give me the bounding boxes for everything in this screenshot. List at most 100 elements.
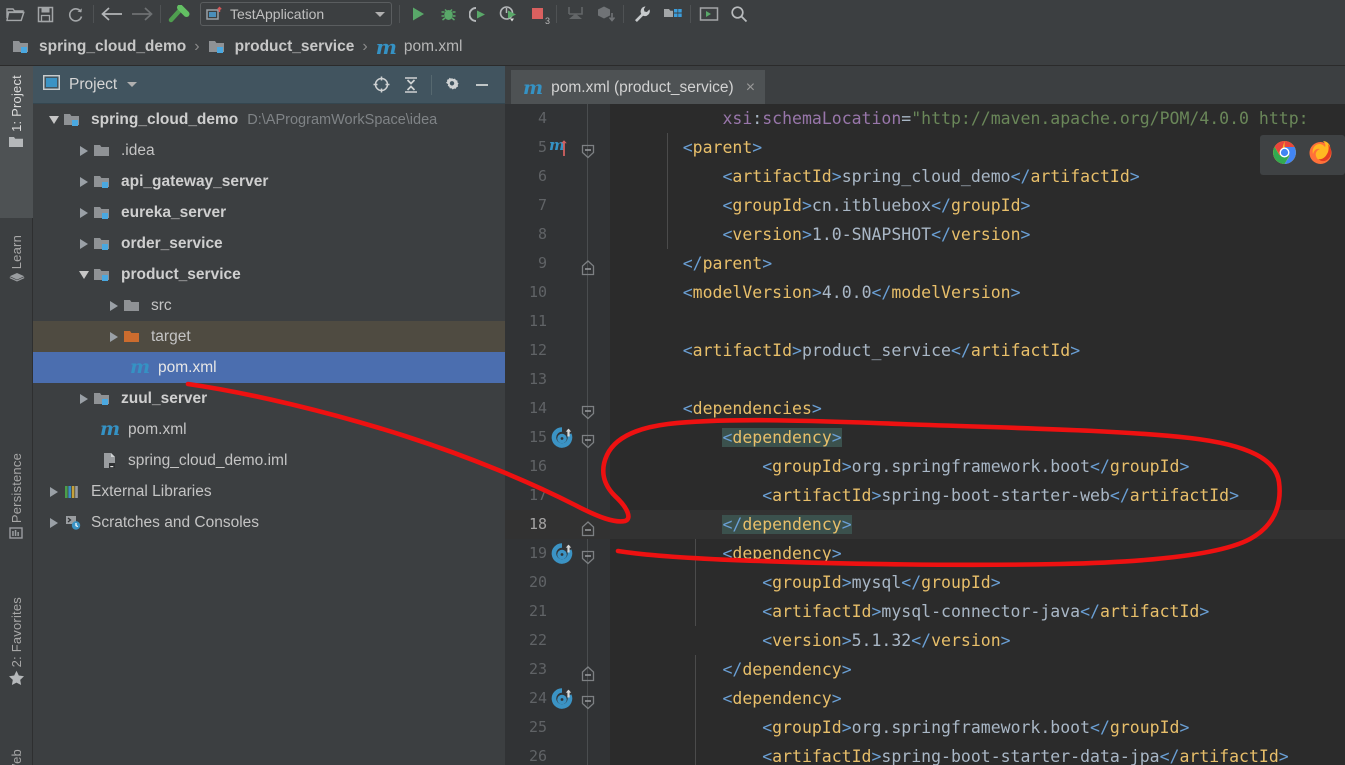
- sidebar-tab-favorites[interactable]: 2: Favorites: [0, 588, 33, 736]
- project-tree[interactable]: spring_cloud_demo D:\AProgramWorkSpace\i…: [33, 104, 505, 765]
- tree-node-iml-file[interactable]: spring_cloud_demo.iml: [33, 445, 505, 476]
- forward-arrow-icon[interactable]: [127, 1, 157, 27]
- chevron-down-icon[interactable]: [375, 11, 385, 17]
- open-folder-icon[interactable]: [0, 1, 30, 27]
- collapse-all-icon[interactable]: [396, 70, 426, 100]
- sidebar-tab-persistence[interactable]: Persistence: [0, 444, 33, 584]
- tree-node-zuul-server[interactable]: zuul_server: [33, 383, 505, 414]
- svg-text:m: m: [549, 136, 565, 154]
- tree-node-spring-cloud-demo[interactable]: spring_cloud_demo D:\AProgramWorkSpace\i…: [33, 104, 505, 135]
- expand-toggle-icon[interactable]: [45, 483, 62, 500]
- expand-toggle-icon[interactable]: [75, 142, 92, 159]
- run-icon[interactable]: [403, 1, 433, 27]
- sidebar-tab-project[interactable]: 1: Project: [0, 66, 33, 218]
- code-line[interactable]: 24 <dependency>: [505, 684, 1345, 713]
- code-line[interactable]: 25 <groupId>org.springframework.boot</gr…: [505, 713, 1345, 742]
- dependency-download-gutter-icon[interactable]: [551, 543, 573, 564]
- chevron-down-icon[interactable]: [127, 82, 138, 87]
- code-line[interactable]: 9 </parent>: [505, 249, 1345, 278]
- tree-node-label: Scratches and Consoles: [91, 513, 260, 531]
- iml-file-icon: [99, 452, 121, 469]
- stop-icon[interactable]: 3: [523, 1, 553, 27]
- tree-node-eureka-server[interactable]: eureka_server: [33, 197, 505, 228]
- tree-node-idea[interactable]: .idea: [33, 135, 505, 166]
- code-line[interactable]: 20 <groupId>mysql</groupId>: [505, 568, 1345, 597]
- dependency-download-gutter-icon[interactable]: [551, 427, 573, 448]
- code-line[interactable]: 17 <artifactId>spring-boot-starter-web</…: [505, 481, 1345, 510]
- search-everywhere-icon[interactable]: [724, 1, 754, 27]
- run-anything-icon[interactable]: [694, 1, 724, 27]
- code-line[interactable]: 22 <version>5.1.32</version>: [505, 626, 1345, 655]
- sidebar-tab-label: 1: Project: [9, 75, 24, 132]
- expand-toggle-icon[interactable]: [75, 235, 92, 252]
- code-line[interactable]: 16 <groupId>org.springframework.boot</gr…: [505, 452, 1345, 481]
- back-arrow-icon[interactable]: [97, 1, 127, 27]
- save-all-icon[interactable]: [30, 1, 60, 27]
- expand-toggle-icon[interactable]: [75, 390, 92, 407]
- code-token: >: [841, 631, 852, 650]
- expand-toggle-icon[interactable]: [75, 173, 92, 190]
- code-line[interactable]: 21 <artifactId>mysql-connector-java</art…: [505, 597, 1345, 626]
- tree-node-scratches-consoles[interactable]: Scratches and Consoles: [33, 507, 505, 538]
- open-in-firefox-icon[interactable]: [1308, 140, 1333, 170]
- sidebar-tab-web[interactable]: Web: [0, 740, 33, 765]
- tree-node-api-gateway-server[interactable]: api_gateway_server: [33, 166, 505, 197]
- sidebar-tab-learn[interactable]: Learn: [0, 226, 33, 334]
- breadcrumb-item-file[interactable]: m pom.xml: [376, 35, 463, 59]
- code-editor[interactable]: 4 xsi:schemaLocation="http://maven.apach…: [505, 104, 1345, 765]
- run-with-coverage-icon[interactable]: [463, 1, 493, 27]
- tree-node-pom-xml-product[interactable]: m pom.xml: [33, 352, 505, 383]
- expand-toggle-icon[interactable]: [45, 514, 62, 531]
- editor-tab-pom-xml[interactable]: m pom.xml (product_service) ×: [511, 70, 766, 104]
- tree-node-src[interactable]: src: [33, 290, 505, 321]
- open-in-chrome-icon[interactable]: [1272, 140, 1297, 170]
- code-line[interactable]: 26 <artifactId>spring-boot-starter-data-…: [505, 742, 1345, 765]
- expand-toggle-icon[interactable]: [75, 266, 92, 283]
- close-icon[interactable]: ×: [746, 79, 755, 97]
- code-token: <: [643, 225, 733, 244]
- build-hammer-icon[interactable]: [164, 1, 194, 27]
- code-token: >: [871, 602, 882, 621]
- tree-node-pom-xml-root[interactable]: m pom.xml: [33, 414, 505, 445]
- code-lines[interactable]: 4 xsi:schemaLocation="http://maven.apach…: [505, 104, 1345, 765]
- project-structure-icon[interactable]: [657, 1, 687, 27]
- breadcrumb-item-project[interactable]: spring_cloud_demo: [12, 38, 186, 56]
- code-line[interactable]: 4 xsi:schemaLocation="http://maven.apach…: [505, 104, 1345, 133]
- run-config-name: TestApplication: [230, 6, 325, 22]
- code-line[interactable]: 15 <dependency>: [505, 423, 1345, 452]
- code-line[interactable]: 23 </dependency>: [505, 655, 1345, 684]
- hide-panel-icon[interactable]: [467, 70, 497, 100]
- debug-icon[interactable]: [433, 1, 463, 27]
- expand-toggle-icon[interactable]: [75, 204, 92, 221]
- tree-node-target[interactable]: target: [33, 321, 505, 352]
- code-line-text: <parent>: [643, 133, 762, 162]
- expand-toggle-icon[interactable]: [45, 111, 62, 128]
- tree-node-external-libraries[interactable]: External Libraries: [33, 476, 505, 507]
- code-line[interactable]: 8 <version>1.0-SNAPSHOT</version>: [505, 220, 1345, 249]
- sync-refresh-icon[interactable]: [60, 1, 90, 27]
- expand-toggle-icon[interactable]: [105, 328, 122, 345]
- expand-toggle-icon[interactable]: [105, 297, 122, 314]
- code-line[interactable]: 5m <parent>: [505, 133, 1345, 162]
- code-line[interactable]: 6 <artifactId>spring_cloud_demo</artifac…: [505, 162, 1345, 191]
- profile-icon[interactable]: [493, 1, 523, 27]
- browser-launch-popup[interactable]: [1260, 135, 1345, 175]
- update-app-icon[interactable]: [560, 1, 590, 27]
- locate-target-icon[interactable]: [366, 70, 396, 100]
- code-line[interactable]: 12 <artifactId>product_service</artifact…: [505, 336, 1345, 365]
- code-line[interactable]: 7 <groupId>cn.itbluebox</groupId>: [505, 191, 1345, 220]
- code-line[interactable]: 18 </dependency>: [505, 510, 1345, 539]
- code-line[interactable]: 19 <dependency>: [505, 539, 1345, 568]
- settings-wrench-icon[interactable]: [627, 1, 657, 27]
- code-line[interactable]: 10 <modelVersion>4.0.0</modelVersion>: [505, 278, 1345, 307]
- code-line[interactable]: 14 <dependencies>: [505, 394, 1345, 423]
- import-gradle-icon[interactable]: [590, 1, 620, 27]
- run-configuration-selector[interactable]: TestApplication: [200, 2, 392, 26]
- breadcrumb-item-module[interactable]: product_service: [208, 38, 354, 56]
- tree-node-order-service[interactable]: order_service: [33, 228, 505, 259]
- settings-gear-icon[interactable]: [437, 70, 467, 100]
- code-line[interactable]: 13: [505, 365, 1345, 394]
- code-line[interactable]: 11: [505, 307, 1345, 336]
- dependency-download-gutter-icon[interactable]: [551, 688, 573, 709]
- tree-node-product-service[interactable]: product_service: [33, 259, 505, 290]
